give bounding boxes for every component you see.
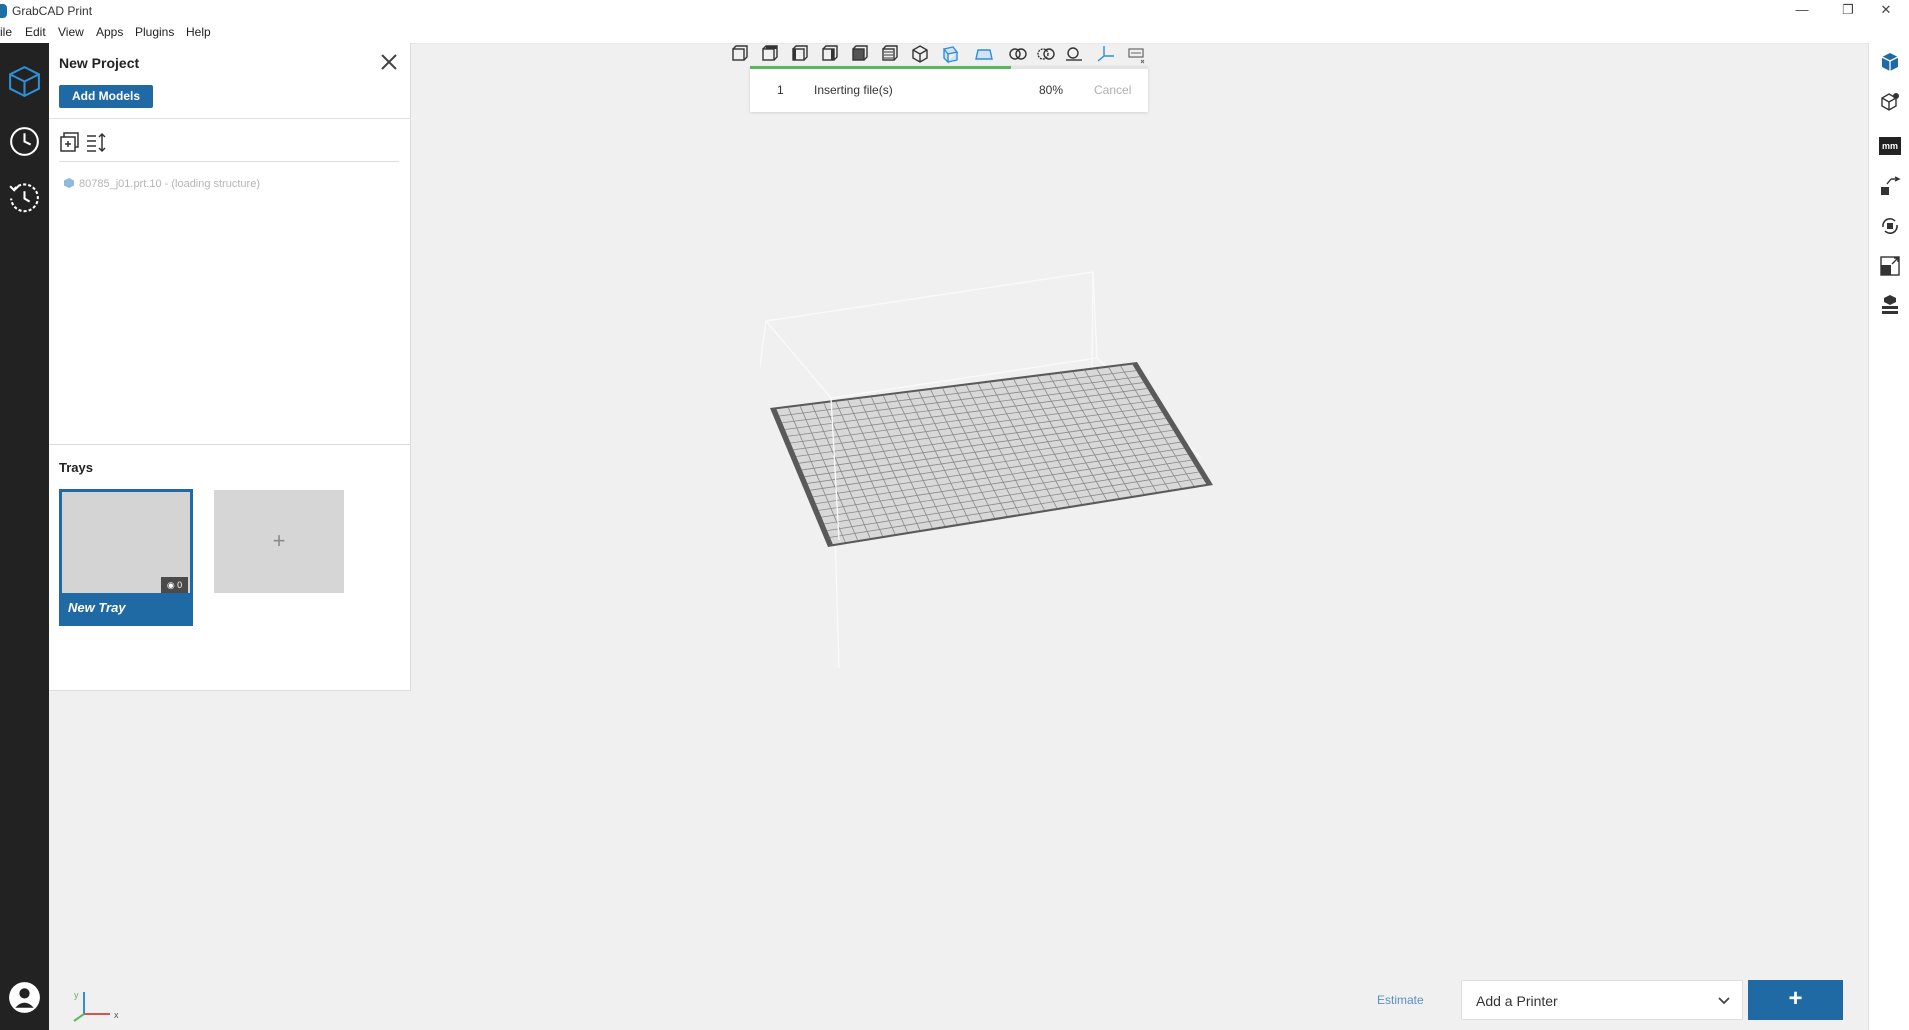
view-right-icon[interactable] — [820, 44, 840, 64]
history-icon[interactable] — [6, 180, 43, 217]
progress-fill — [750, 66, 1011, 69]
menu-plugins[interactable]: Plugins — [135, 25, 174, 39]
clock-icon[interactable] — [6, 123, 43, 160]
view-bottom-icon[interactable] — [880, 44, 900, 64]
printer-select[interactable]: Add a Printer — [1461, 980, 1743, 1020]
divider — [49, 444, 410, 445]
models-cube-icon[interactable] — [1879, 51, 1901, 73]
right-tools-rail: mm — [1868, 43, 1909, 1030]
zoom-selection-icon[interactable] — [1036, 44, 1056, 64]
cube-outline-icon[interactable] — [6, 63, 43, 100]
left-rail — [0, 43, 49, 1030]
view-top-icon[interactable] — [850, 44, 870, 64]
progress-bar — [750, 66, 1148, 69]
tray-name: New Tray — [68, 600, 126, 615]
menu-bar: ile Edit View Apps Plugins Help — [0, 22, 1909, 44]
progress-percent: 80% — [1039, 83, 1064, 97]
view-left-icon[interactable] — [790, 44, 810, 64]
svg-text:x: x — [114, 1010, 119, 1020]
build-plate — [770, 362, 1213, 547]
project-title: New Project — [59, 55, 140, 71]
progress-label: Inserting file(s) — [814, 83, 893, 97]
view-settings-icon[interactable] — [1126, 44, 1146, 64]
app-logo-icon — [0, 4, 7, 18]
rotate-icon[interactable] — [1879, 215, 1901, 237]
menu-apps[interactable]: Apps — [96, 25, 123, 39]
progress-cancel-button[interactable]: Cancel — [1094, 83, 1131, 97]
add-printer-button[interactable]: + — [1748, 980, 1843, 1020]
move-arrange-icon[interactable] — [1879, 175, 1901, 197]
build-tray-viewport[interactable] — [760, 265, 1220, 675]
divider — [49, 118, 410, 119]
view-front-icon[interactable] — [730, 44, 750, 64]
units-mm-button[interactable]: mm — [1879, 137, 1901, 155]
model-cube-icon — [64, 178, 74, 188]
svg-text:y: y — [74, 990, 79, 1000]
model-settings-icon[interactable] — [1879, 91, 1901, 113]
estimate-link[interactable]: Estimate — [1377, 993, 1424, 1007]
project-panel: New Project Add Models 80785_j01.prt.10 … — [49, 43, 411, 691]
scale-icon[interactable] — [1879, 255, 1901, 277]
zoom-tray-icon[interactable] — [1064, 44, 1084, 64]
menu-view[interactable]: View — [58, 25, 84, 39]
add-copy-icon[interactable] — [59, 131, 81, 153]
add-tray-button[interactable]: + — [214, 490, 344, 593]
menu-file[interactable]: ile — [0, 25, 12, 39]
view-iso-icon[interactable] — [910, 44, 930, 64]
chevron-down-icon — [1718, 997, 1730, 1005]
view-perspective-icon[interactable] — [940, 44, 960, 64]
model-list-item[interactable]: 80785_j01.prt.10 - (loading structure) — [63, 177, 260, 190]
tray-model-count-badge: ◉ 0 — [161, 577, 188, 593]
divider — [59, 161, 399, 162]
axes-icon[interactable] — [1096, 44, 1116, 64]
minimize-button[interactable]: — — [1779, 0, 1825, 22]
close-icon[interactable] — [378, 51, 400, 73]
close-window-button[interactable]: ✕ — [1863, 0, 1909, 22]
trays-heading: Trays — [59, 460, 93, 475]
axis-indicator-icon: y x — [73, 990, 119, 1022]
add-models-button[interactable]: Add Models — [59, 85, 153, 108]
title-bar: GrabCAD Print — ❐ ✕ — [0, 0, 1909, 22]
zoom-fit-icon[interactable] — [1008, 44, 1028, 64]
view-toolbar — [724, 43, 1174, 65]
progress-toast: 1 Inserting file(s) 80% Cancel — [750, 66, 1148, 112]
menu-edit[interactable]: Edit — [25, 25, 46, 39]
view-plane-icon[interactable] — [974, 44, 994, 64]
tray-card[interactable]: ◉ 0 New Tray — [59, 489, 193, 626]
print-settings-icon[interactable] — [1879, 293, 1901, 315]
window-title: GrabCAD Print — [12, 4, 93, 18]
printer-select-value: Add a Printer — [1476, 993, 1558, 1009]
sort-icon[interactable] — [85, 131, 107, 153]
progress-count: 1 — [777, 83, 784, 97]
user-icon[interactable] — [6, 979, 43, 1016]
view-back-icon[interactable] — [760, 44, 780, 64]
menu-help[interactable]: Help — [186, 25, 211, 39]
model-name: 80785_j01.prt.10 - (loading structure) — [79, 178, 260, 190]
